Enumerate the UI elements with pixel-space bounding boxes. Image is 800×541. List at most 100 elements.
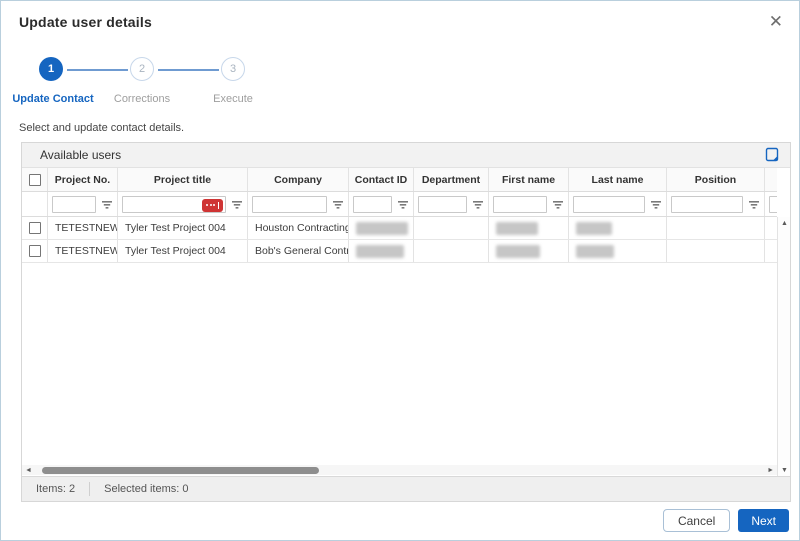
cell-company: Bob's General Contrac...	[248, 240, 349, 262]
cell-contact_id	[349, 217, 414, 239]
cell-partial	[765, 240, 777, 262]
filter-cell-department[interactable]	[414, 192, 489, 216]
filter-input-department[interactable]	[418, 195, 467, 213]
cell-last_name	[569, 240, 667, 262]
column-header-contact_id[interactable]: Contact ID	[349, 168, 414, 191]
wizard-stepper: 1 2 3 Update Contact Corrections Execute	[1, 57, 401, 109]
step-connector-2	[158, 69, 219, 71]
cancel-button[interactable]: Cancel	[662, 509, 731, 532]
filter-icon[interactable]	[101, 200, 113, 209]
redacted-value	[576, 244, 614, 258]
cell-contact_id	[349, 240, 414, 262]
status-separator	[89, 482, 91, 496]
column-header-label: Project No.	[54, 173, 111, 186]
row-checkbox[interactable]	[28, 222, 41, 234]
column-header-project_no[interactable]: Project No.	[48, 168, 118, 191]
update-user-details-dialog: Update user details ✕ 1 2 3 Update Conta…	[0, 0, 800, 541]
column-header-partial[interactable]	[765, 168, 777, 191]
cell-department	[414, 240, 489, 262]
table-row[interactable]: TETESTNEWUI4Tyler Test Project 004Bob's …	[22, 240, 777, 263]
row-checkbox[interactable]	[28, 245, 41, 257]
cell-select[interactable]	[22, 217, 48, 239]
filter-input-partial[interactable]	[769, 195, 777, 213]
filter-cell-partial[interactable]	[765, 192, 777, 216]
redacted-value	[356, 221, 408, 235]
filter-cell-last_name[interactable]	[569, 192, 667, 216]
filter-value-badge[interactable]	[202, 198, 223, 212]
filter-input-position[interactable]	[671, 195, 743, 213]
column-header-project_title[interactable]: Project title	[118, 168, 248, 191]
filter-icon[interactable]	[397, 200, 409, 209]
cell-select[interactable]	[22, 240, 48, 262]
panel-header: Available users	[22, 143, 790, 168]
cell-position	[667, 217, 765, 239]
column-header-last_name[interactable]: Last name	[569, 168, 667, 191]
select-all-checkbox[interactable]	[28, 173, 41, 186]
horizontal-scroll-thumb[interactable]	[42, 466, 320, 474]
column-header-label: Department	[421, 173, 481, 186]
status-bar: Items: 2 Selected items: 0	[22, 476, 790, 501]
cell-project_no: TETESTNEWUI4	[48, 240, 118, 262]
scroll-left-icon[interactable]: ◄	[22, 467, 35, 474]
scroll-right-icon[interactable]: ►	[764, 467, 777, 474]
grid-body: TETESTNEWUI4Tyler Test Project 004Housto…	[22, 217, 777, 263]
filter-cell-position[interactable]	[667, 192, 765, 216]
items-count: Items: 2	[36, 483, 76, 495]
step-3-number: 3	[229, 63, 237, 75]
filter-icon[interactable]	[748, 200, 760, 209]
cell-partial	[765, 217, 777, 239]
column-header-first_name[interactable]: First name	[489, 168, 569, 191]
available-users-panel: Available users Project No. Project title…	[21, 142, 791, 502]
panel-title: Available users	[40, 148, 122, 162]
export-icon[interactable]	[765, 147, 780, 168]
filter-cell-contact_id[interactable]	[349, 192, 414, 216]
step-connector-1	[67, 69, 128, 71]
filter-icon[interactable]	[552, 200, 564, 209]
step-2-circle[interactable]: 2	[130, 57, 154, 81]
next-button[interactable]: Next	[738, 509, 789, 532]
filter-icon[interactable]	[332, 200, 344, 209]
filter-icon[interactable]	[650, 200, 662, 209]
table-row[interactable]: TETESTNEWUI4Tyler Test Project 004Housto…	[22, 217, 777, 240]
column-header-company[interactable]: Company	[248, 168, 349, 191]
step-3-circle[interactable]: 3	[221, 57, 245, 81]
vertical-scrollbar[interactable]: ▲ ▼	[777, 217, 790, 476]
redacted-value	[496, 244, 540, 258]
column-header-label: Contact ID	[354, 173, 408, 186]
column-header-position[interactable]: Position	[667, 168, 765, 191]
redacted-value	[356, 244, 404, 258]
filter-cell-first_name[interactable]	[489, 192, 569, 216]
filter-input-company[interactable]	[252, 195, 327, 213]
users-grid: Project No. Project title Company Contact I…	[22, 168, 790, 476]
step-1-circle[interactable]: 1	[39, 57, 63, 81]
cell-project_title: Tyler Test Project 004	[118, 240, 248, 262]
cell-first_name	[489, 217, 569, 239]
filter-cell-project_no[interactable]	[48, 192, 118, 216]
filter-input-last_name[interactable]	[573, 195, 645, 213]
column-header-label: Company	[274, 173, 322, 186]
filter-input-first_name[interactable]	[493, 195, 547, 213]
filter-cell-company[interactable]	[248, 192, 349, 216]
cell-company: Houston Contracting	[248, 217, 349, 239]
filter-icon[interactable]	[231, 200, 243, 209]
select-all-header-cell[interactable]	[22, 168, 48, 191]
filter-input-contact_id[interactable]	[353, 195, 392, 213]
column-header-department[interactable]: Department	[414, 168, 489, 191]
filter-input-project_no[interactable]	[52, 195, 96, 213]
redacted-value	[576, 221, 612, 235]
cell-position	[667, 240, 765, 262]
grid-header-row: Project No. Project title Company Contact I…	[22, 168, 777, 192]
scroll-down-icon[interactable]: ▼	[778, 467, 791, 474]
dialog-footer: Cancel Next	[662, 509, 789, 532]
scroll-up-icon[interactable]: ▲	[778, 220, 791, 227]
filter-cell-project_title[interactable]	[118, 192, 248, 216]
column-header-label: Project title	[153, 173, 212, 186]
filter-cell-select	[22, 192, 48, 216]
close-icon[interactable]: ✕	[765, 9, 787, 34]
selected-items-count: Selected items: 0	[104, 483, 189, 495]
cell-department	[414, 217, 489, 239]
horizontal-scrollbar[interactable]: ◄ ►	[22, 465, 777, 475]
filter-icon[interactable]	[472, 200, 484, 209]
horizontal-scroll-track[interactable]	[35, 466, 764, 474]
filter-input-project_title[interactable]	[122, 195, 226, 213]
